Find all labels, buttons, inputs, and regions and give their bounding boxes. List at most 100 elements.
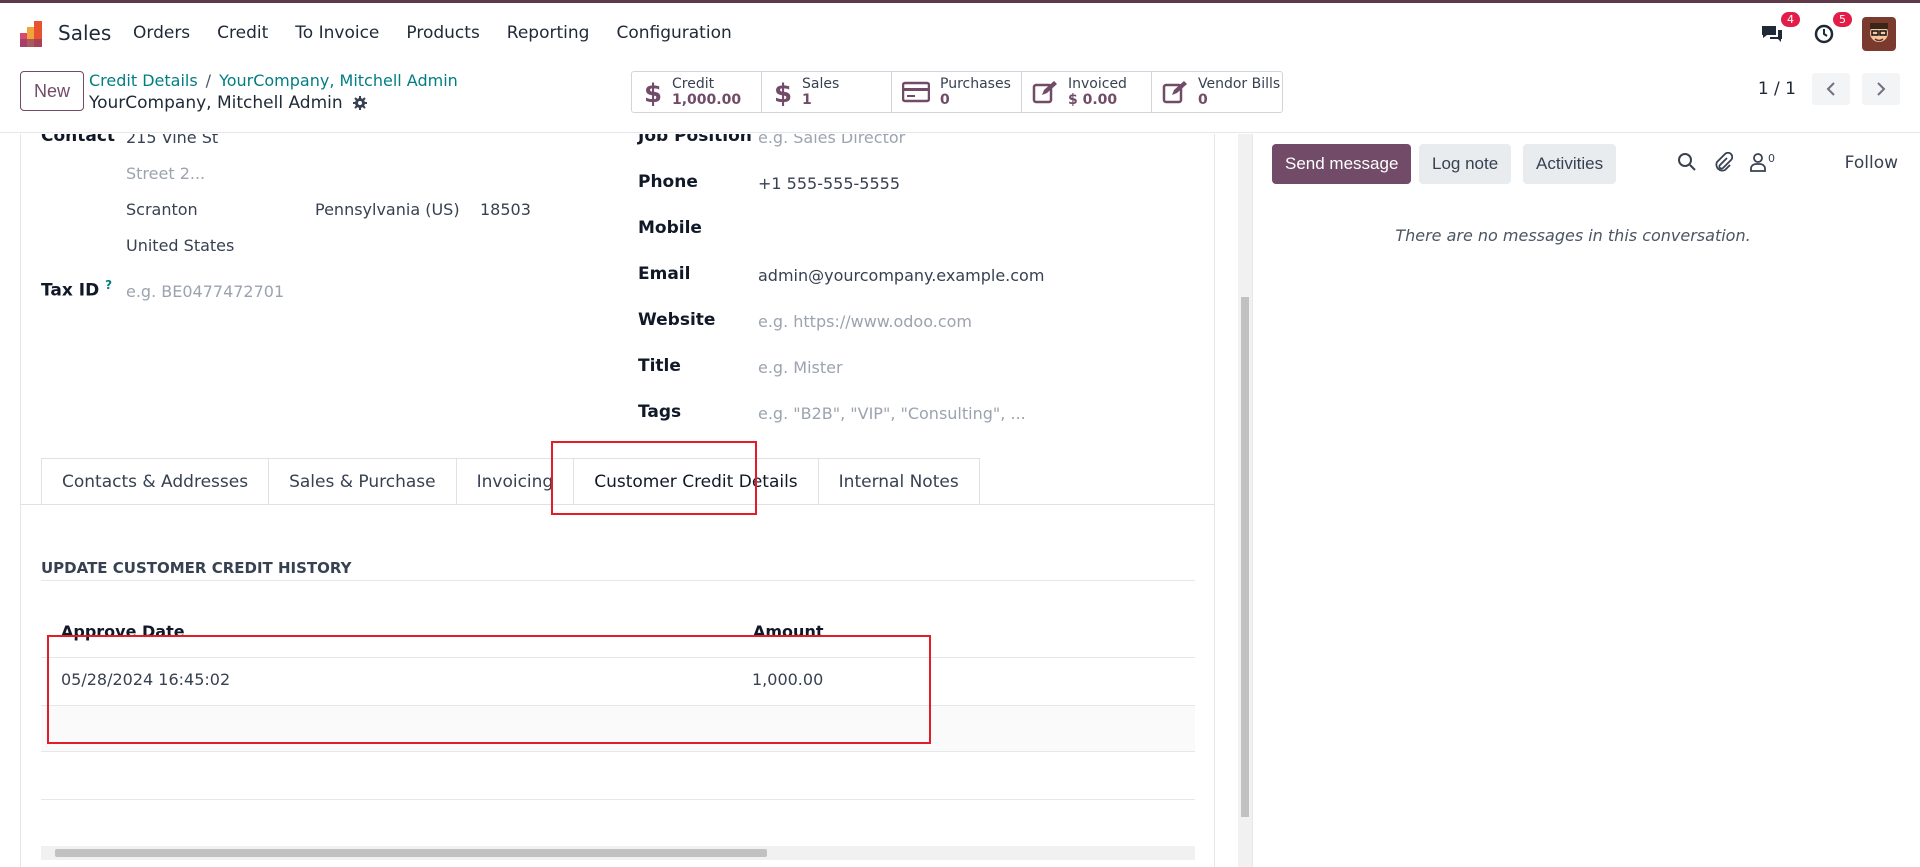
vertical-scroll-thumb[interactable] — [1241, 297, 1249, 817]
svg-text:$: $ — [774, 79, 792, 106]
smart-label: Credit — [672, 76, 715, 92]
smart-button-invoiced[interactable]: Invoiced $ 0.00 — [1022, 72, 1152, 112]
sales-app-icon[interactable] — [18, 19, 48, 49]
activities-badge: 5 — [1833, 12, 1852, 27]
phone-field[interactable]: +1 555-555-5555 — [758, 174, 900, 193]
email-field[interactable]: admin@yourcompany.example.com — [758, 266, 1044, 285]
highlight-box-table — [47, 635, 931, 744]
email-label: Email — [638, 264, 691, 284]
horizontal-scrollbar[interactable] — [41, 846, 1195, 860]
user-avatar[interactable] — [1862, 17, 1896, 51]
zip-field[interactable]: 18503 — [480, 200, 531, 219]
log-note-button[interactable]: Log note — [1419, 144, 1512, 184]
dollar-icon: $ — [644, 79, 662, 106]
breadcrumb: Credit Details / YourCompany, Mitchell A… — [89, 71, 458, 90]
taxid-field[interactable]: e.g. BE0477472701 — [126, 282, 284, 301]
smart-value: 0 — [1198, 92, 1208, 108]
activities-button[interactable]: Activities — [1523, 144, 1617, 184]
phone-label: Phone — [638, 172, 698, 192]
smart-button-credit[interactable]: $ Credit 1,000.00 — [632, 72, 762, 112]
send-message-button[interactable]: Send message — [1272, 144, 1412, 184]
menu-orders[interactable]: Orders — [133, 23, 190, 43]
smart-button-sales[interactable]: $ Sales 1 — [762, 72, 892, 112]
pager-value[interactable]: 1 / 1 — [1758, 79, 1796, 99]
smart-label: Invoiced — [1068, 76, 1127, 92]
followers-count: 0 — [1768, 152, 1775, 165]
dollar-icon: $ — [774, 79, 792, 106]
breadcrumb-separator: / — [205, 71, 212, 90]
smart-buttons: $ Credit 1,000.00 $ Sales 1 Purchases 0 Inv… — [631, 71, 1283, 113]
notebook-tabs: Contacts & Addresses Sales & Purchase In… — [41, 458, 980, 505]
paperclip-icon[interactable] — [1713, 152, 1733, 172]
credit-card-icon — [902, 81, 930, 103]
menu-reporting[interactable]: Reporting — [507, 23, 590, 43]
menu-to-invoice[interactable]: To Invoice — [295, 23, 379, 43]
menu-products[interactable]: Products — [406, 23, 479, 43]
smart-button-purchases[interactable]: Purchases 0 — [892, 72, 1022, 112]
user-icon — [1750, 153, 1766, 172]
mobile-label: Mobile — [638, 218, 702, 238]
new-button[interactable]: New — [20, 71, 84, 111]
smart-label: Vendor Bills — [1198, 76, 1281, 92]
smart-value: 0 — [940, 92, 950, 108]
country-field[interactable]: United States — [126, 236, 234, 255]
menu-credit[interactable]: Credit — [217, 23, 268, 43]
follow-button[interactable]: Follow — [1845, 153, 1898, 173]
followers-button[interactable]: 0 — [1749, 152, 1775, 172]
breadcrumb-partner[interactable]: YourCompany, Mitchell Admin — [219, 71, 458, 90]
tags-field[interactable]: e.g. "B2B", "VIP", "Consulting", ... — [758, 404, 1026, 423]
street2-field[interactable]: Street 2... — [126, 164, 205, 183]
tab-contacts-addresses[interactable]: Contacts & Addresses — [41, 458, 270, 505]
smart-value: $ 0.00 — [1068, 92, 1118, 108]
breadcrumb-credit-details[interactable]: Credit Details — [89, 71, 198, 90]
smart-value: 1 — [802, 92, 812, 108]
contact-label: Contact — [41, 134, 116, 146]
messages-icon[interactable]: 4 — [1758, 12, 1800, 48]
pager: 1 / 1 — [1758, 73, 1900, 105]
mobile-field[interactable] — [758, 220, 1058, 242]
job-position-field[interactable]: e.g. Sales Director — [758, 134, 905, 147]
highlight-box-tab — [551, 441, 757, 515]
taxid-label-text: Tax ID — [41, 280, 100, 301]
help-icon[interactable]: ? — [105, 278, 112, 292]
empty-conversation-text: There are no messages in this conversati… — [1395, 226, 1751, 245]
chevron-left-icon — [1826, 82, 1835, 96]
pencil-square-icon — [1032, 81, 1057, 104]
tab-sales-purchase[interactable]: Sales & Purchase — [268, 458, 457, 505]
smart-button-vendor-bills[interactable]: Vendor Bills 0 — [1152, 72, 1282, 112]
chatter-panel: Send message Log note Activities 0 Follo… — [1252, 134, 1920, 867]
pager-previous-button[interactable] — [1812, 73, 1850, 105]
smart-value: 1,000.00 — [672, 92, 742, 108]
gear-icon[interactable] — [352, 96, 367, 110]
smart-label: Purchases — [940, 76, 1011, 92]
record-title: YourCompany, Mitchell Admin — [89, 93, 367, 113]
menu-configuration[interactable]: Configuration — [616, 23, 731, 43]
website-label: Website — [638, 310, 716, 330]
street-field[interactable]: 215 Vine St — [126, 134, 218, 147]
credit-history-title: UPDATE CUSTOMER CREDIT HISTORY — [41, 559, 352, 577]
smart-label: Sales — [802, 76, 840, 92]
website-field[interactable]: e.g. https://www.odoo.com — [758, 312, 972, 331]
horizontal-scroll-thumb[interactable] — [55, 849, 767, 857]
chatter-tools: 0 — [1677, 152, 1775, 172]
taxid-label: Tax ID ? — [41, 278, 112, 301]
activities-icon[interactable]: 5 — [1810, 12, 1852, 48]
job-position-label: Job Position — [638, 134, 752, 146]
app-name[interactable]: Sales — [58, 21, 111, 45]
search-icon[interactable] — [1677, 152, 1697, 172]
state-field[interactable]: Pennsylvania (US) — [315, 200, 460, 219]
section-divider — [41, 580, 1195, 581]
top-menu: Orders Credit To Invoice Products Report… — [133, 23, 759, 43]
tab-internal-notes[interactable]: Internal Notes — [817, 458, 980, 505]
title-label: Title — [638, 356, 681, 376]
chevron-right-icon — [1877, 82, 1886, 96]
title-field[interactable]: e.g. Mister — [758, 358, 843, 377]
systray: 4 5 — [1758, 12, 1896, 51]
control-panel: New Credit Details / YourCompany, Mitche… — [0, 61, 1920, 133]
pencil-square-icon — [1162, 81, 1187, 104]
messages-badge: 4 — [1781, 12, 1800, 27]
city-field[interactable]: Scranton — [126, 200, 198, 219]
svg-text:$: $ — [644, 79, 662, 106]
pager-next-button[interactable] — [1862, 73, 1900, 105]
vertical-scrollbar[interactable] — [1238, 134, 1252, 867]
